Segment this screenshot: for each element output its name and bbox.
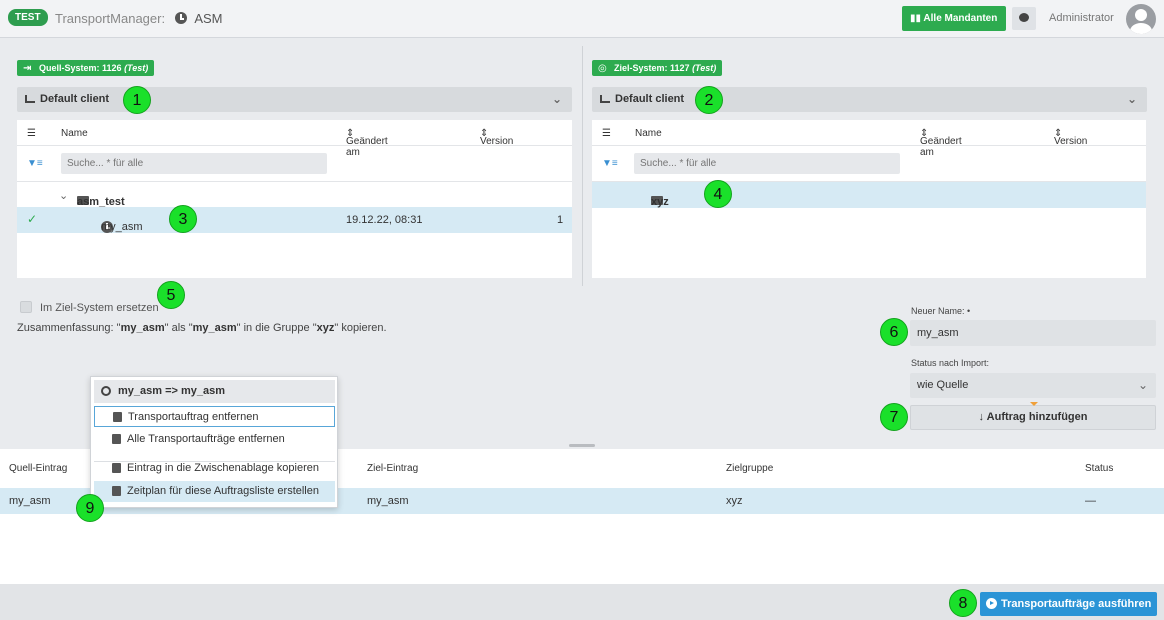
callout-7: 7	[880, 403, 908, 431]
caret-indicator	[1030, 402, 1038, 406]
col-changed[interactable]: Geändert am ⇕	[346, 128, 388, 158]
context-menu-title: my_asm => my_asm	[94, 380, 335, 403]
callout-6: 6	[880, 318, 908, 346]
col-target-group[interactable]: Zielgruppe	[726, 463, 773, 474]
source-table-header: ☰ Name Geändert am ⇕ Version ⇕	[17, 120, 572, 158]
calendar-icon	[112, 486, 121, 496]
col-version[interactable]: Version ⇕	[480, 128, 513, 147]
app-title: TransportManager: ASM	[55, 11, 223, 26]
callout-3: 3	[169, 205, 197, 233]
trash-icon	[113, 412, 122, 422]
app-subtitle: ASM	[194, 11, 223, 26]
target-client-select[interactable]: Default client ⌄	[592, 87, 1147, 112]
play-circle-icon	[986, 598, 997, 609]
source-filter-row: ▼≡	[17, 146, 572, 182]
top-bar: TEST TransportManager: ASM ▮▮ Alle Manda…	[0, 0, 1164, 38]
source-search-input[interactable]	[61, 153, 327, 174]
menu-item-remove-all-orders[interactable]: Alle Transportaufträge entfernen	[94, 429, 335, 450]
filter-icon[interactable]: ▼≡	[27, 158, 43, 169]
col-status[interactable]: Status	[1085, 463, 1113, 474]
check-icon: ✓	[27, 212, 38, 226]
clock-icon	[174, 12, 187, 24]
target-icon: ◎	[598, 63, 607, 74]
callout-8: 8	[949, 589, 977, 617]
target-table-header: ☰ Name Geändert am ⇕ Version ⇕	[592, 120, 1146, 158]
all-clients-label: Alle Mandanten	[923, 13, 998, 24]
copy-icon	[112, 463, 121, 473]
callout-9: 9	[76, 494, 104, 522]
col-changed[interactable]: Geändert am ⇕	[920, 128, 962, 158]
new-name-input[interactable]	[910, 320, 1156, 346]
radio-icon	[101, 386, 111, 396]
chat-button[interactable]	[1012, 7, 1036, 30]
splitter-handle[interactable]	[569, 444, 595, 447]
status-select[interactable]: wie Quelle ⌄	[910, 373, 1156, 398]
trash-icon	[112, 434, 121, 444]
callout-5: 5	[157, 281, 185, 309]
add-order-button[interactable]: ↓ Auftrag hinzufügen	[910, 402, 1156, 430]
menu-item-remove-order[interactable]: Transportauftrag entfernen	[94, 406, 335, 427]
target-panel: ◎ Ziel-System: 1127 (Test) Default clien…	[584, 46, 1156, 286]
panel-divider[interactable]	[582, 46, 583, 286]
context-menu: my_asm => my_asm Transportauftrag entfer…	[90, 376, 338, 508]
target-filter-row: ▼≡	[592, 146, 1146, 182]
app-title-text: TransportManager:	[55, 11, 166, 26]
chevron-down-icon[interactable]: ⌄	[59, 189, 68, 202]
all-clients-button[interactable]: ▮▮ Alle Mandanten	[902, 6, 1006, 31]
run-orders-button[interactable]: Transportaufträge ausführen	[980, 592, 1157, 616]
menu-item-create-schedule[interactable]: Zeitplan für diese Auftragsliste erstell…	[94, 481, 335, 502]
callout-2: 2	[695, 86, 723, 114]
sign-out-icon: ⇥	[23, 63, 32, 74]
status-label: Status nach Import:	[911, 358, 990, 368]
target-search-input[interactable]	[634, 153, 900, 174]
avatar[interactable]	[1126, 4, 1156, 34]
tree-folder-row[interactable]: ⌄ asm_test	[17, 182, 572, 208]
source-client-select[interactable]: Default client ⌄	[17, 87, 572, 112]
new-name-label: Neuer Name: •	[911, 306, 971, 316]
filter-icon[interactable]: ▼≡	[602, 158, 618, 169]
factory-icon	[600, 95, 610, 103]
factory-icon: ▮▮	[910, 13, 924, 24]
chat-icon	[1019, 13, 1029, 22]
col-target-entry[interactable]: Ziel-Eintrag	[367, 463, 418, 474]
chevron-down-icon: ⌄	[1137, 378, 1148, 392]
source-system-badge: ⇥ Quell-System: 1126 (Test)	[17, 60, 155, 76]
chevron-down-icon: ⌄	[1126, 92, 1137, 106]
col-name[interactable]: Name	[635, 128, 662, 139]
env-badge: TEST	[8, 9, 48, 26]
item-version: 1	[557, 214, 564, 226]
item-changed: 19.12.22, 08:31	[346, 214, 423, 226]
callout-1: 1	[123, 86, 151, 114]
tree-item-row[interactable]: ✓ my_asm 19.12.22, 08:31 1	[17, 207, 572, 233]
replace-checkbox[interactable]	[20, 301, 32, 313]
source-tree: ☰ Name Geändert am ⇕ Version ⇕ ▼≡ ⌄ asm_…	[17, 120, 572, 278]
col-version[interactable]: Version ⇕	[1054, 128, 1087, 147]
factory-icon	[25, 95, 35, 103]
source-panel: ⇥ Quell-System: 1126 (Test) Default clie…	[8, 46, 581, 286]
columns-menu-icon[interactable]: ☰	[602, 128, 611, 139]
target-tree: ☰ Name Geändert am ⇕ Version ⇕ ▼≡ xyz	[592, 120, 1146, 278]
menu-item-copy-to-clipboard[interactable]: Eintrag in die Zwischenablage kopieren	[94, 458, 335, 479]
chevron-down-icon: ⌄	[551, 92, 562, 106]
target-folder-row[interactable]: xyz	[592, 182, 1146, 208]
callout-4: 4	[704, 180, 732, 208]
col-source-entry[interactable]: Quell-Eintrag	[9, 463, 67, 474]
replace-label[interactable]: Im Ziel-System ersetzen	[40, 302, 159, 314]
target-system-badge: ◎ Ziel-System: 1127 (Test)	[592, 60, 723, 76]
col-name[interactable]: Name	[61, 128, 88, 139]
user-name[interactable]: Administrator	[1049, 12, 1114, 24]
columns-menu-icon[interactable]: ☰	[27, 128, 36, 139]
summary-text: Zusammenfassung: "my_asm" als "my_asm" i…	[17, 322, 387, 334]
